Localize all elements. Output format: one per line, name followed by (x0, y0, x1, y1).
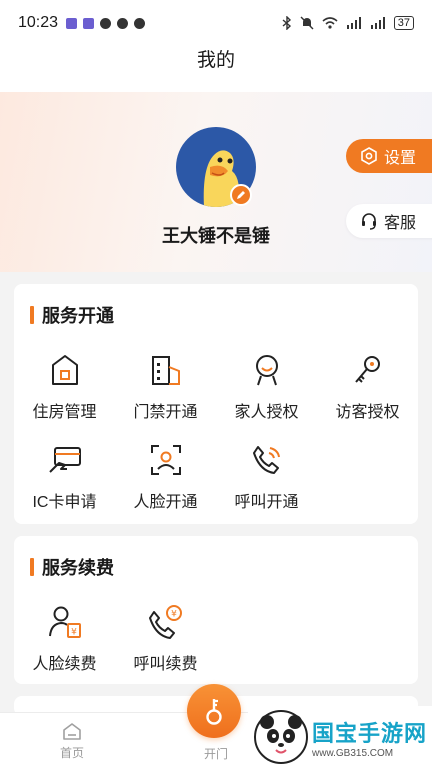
grid-item-call-open[interactable]: 呼叫开通 (216, 440, 317, 512)
phone-yuan-icon: ¥ (148, 605, 182, 639)
customer-service-button[interactable]: 客服 (346, 204, 432, 238)
accent-bar (30, 306, 34, 324)
grid-item-label: 人脸续费 (32, 656, 97, 673)
grid-item-label: 人脸开通 (133, 494, 198, 511)
n-icon (117, 17, 129, 29)
grid-item-label: 住房管理 (32, 404, 97, 421)
grid-item-label: 访客授权 (335, 404, 400, 421)
grid-item-call-renew[interactable]: ¥ 呼叫续费 (115, 602, 216, 674)
person-yuan-icon: ¥ (48, 606, 81, 638)
status-bar: 10:23 37 (0, 0, 432, 46)
section-title: 服务续费 (30, 554, 114, 580)
battery-level: 37 (393, 16, 414, 30)
signal-icon (370, 17, 385, 29)
section-title-text: 服务续费 (42, 558, 114, 578)
section-title: 服务开通 (30, 302, 114, 328)
edit-avatar-icon[interactable] (230, 184, 252, 206)
building-icon (151, 356, 180, 385)
grid-item-label: 呼叫开通 (234, 494, 299, 511)
settings-label: 设置 (384, 150, 417, 167)
svg-text:¥: ¥ (71, 628, 77, 638)
panda-logo-icon (254, 710, 308, 764)
grid-item-label: IC卡申请 (32, 494, 97, 511)
card-icon (48, 447, 81, 473)
key-icon (354, 356, 380, 383)
watermark-title: 国宝手游网 (312, 720, 428, 746)
person-icon (255, 355, 278, 386)
grid-item-family-auth[interactable]: 家人授权 (216, 350, 317, 422)
headset-icon (362, 213, 376, 230)
alarm-icon (134, 17, 146, 29)
grid-item-label: 呼叫续费 (133, 656, 198, 673)
mute-icon (300, 16, 314, 30)
phone-call-icon (252, 446, 280, 474)
grid-item-ic-card[interactable]: IC卡申请 (14, 440, 115, 512)
watermark-url: www.GB315.COM (312, 747, 394, 759)
service-renew-card: 服务续费 ¥ 人脸续费 ¥ 呼叫续费 (14, 536, 418, 684)
key-icon (206, 699, 222, 725)
hexagon-settings-icon (361, 147, 377, 165)
open-door-button[interactable] (187, 684, 241, 738)
page-title: 我的 (0, 46, 432, 92)
bluetooth-icon (282, 16, 291, 30)
grid-item-housing[interactable]: 住房管理 (14, 350, 115, 422)
home-tab-icon (63, 723, 81, 740)
section-title-text: 服务开通 (42, 306, 114, 326)
settings-button[interactable]: 设置 (346, 139, 432, 173)
nav-home-label: 首页 (59, 746, 84, 760)
watermark: 国宝手游网 www.GB315.COM (248, 706, 432, 768)
signal-icon (346, 17, 361, 29)
grid-item-label: 家人授权 (234, 404, 299, 421)
system-icons: 37 (282, 16, 414, 30)
app-notification-icon (66, 17, 78, 29)
svg-text:¥: ¥ (171, 610, 177, 620)
grid-item-face-open[interactable]: 人脸开通 (115, 440, 216, 512)
customer-service-label: 客服 (384, 215, 417, 232)
grid-item-label: 门禁开通 (133, 404, 198, 421)
face-scan-icon (150, 445, 181, 475)
grid-item-face-renew[interactable]: ¥ 人脸续费 (14, 602, 115, 674)
nav-open-label: 开门 (203, 747, 228, 761)
grid-item-visitor-auth[interactable]: 访客授权 (317, 350, 418, 422)
house-icon (51, 355, 78, 385)
nfc-icon (100, 17, 112, 29)
wifi-icon (322, 17, 338, 29)
status-time: 10:23 (18, 14, 59, 31)
app-notification-icon (83, 17, 95, 29)
accent-bar (30, 558, 34, 576)
grid-item-access-control[interactable]: 门禁开通 (115, 350, 216, 422)
notification-icons (66, 17, 146, 29)
service-open-card: 服务开通 住房管理 门禁开通 家人授权 访客授权 IC卡申请 人脸开通 呼叫开通 (14, 284, 418, 524)
nav-home[interactable]: 首页 (46, 721, 98, 761)
